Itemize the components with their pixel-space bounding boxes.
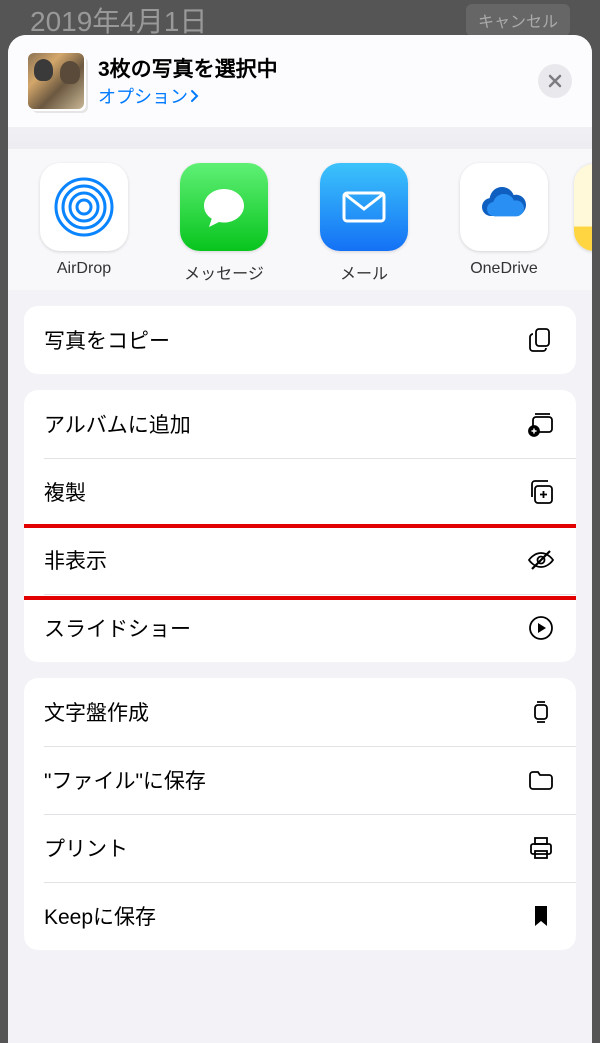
notes-icon [574,163,592,251]
app-mail[interactable]: メール [294,163,434,284]
onedrive-icon [460,163,548,251]
action-slideshow[interactable]: スライドショー [24,594,576,662]
options-link[interactable]: オプション [98,83,200,109]
app-row: AirDrop メッセージ メール OneDrive [8,149,592,290]
action-print[interactable]: プリント [24,814,576,882]
folder-icon [526,765,556,795]
action-label: プリント [44,833,128,863]
background-date: 2019年4月1日 [30,0,207,40]
action-label: 非表示 [44,545,107,575]
eye-slash-icon [526,545,556,575]
action-duplicate[interactable]: 複製 [24,458,576,526]
action-label: アルバムに追加 [44,409,191,439]
action-label: 写真をコピー [44,325,170,355]
print-icon [526,833,556,863]
app-label: OneDrive [470,260,538,278]
app-label: AirDrop [57,260,111,278]
action-keep[interactable]: Keepに保存 [24,882,576,950]
duplicate-icon [526,477,556,507]
copy-icon [526,325,556,355]
app-messages[interactable]: メッセージ [154,163,294,284]
album-add-icon [526,409,556,439]
bookmark-icon [526,901,556,931]
action-hide[interactable]: 非表示 [24,526,576,594]
action-save-to-files[interactable]: "ファイル"に保存 [24,746,576,814]
background-cancel: キャンセル [466,4,570,36]
app-label: メール [340,260,388,284]
list-group-3: 文字盤作成 "ファイル"に保存 プリント Keepに保存 [24,678,576,950]
list-group-2: アルバムに追加 複製 非表示 スライドショー [24,390,576,662]
action-label: Keepに保存 [44,901,156,931]
options-label: オプション [98,83,188,109]
action-copy[interactable]: 写真をコピー [24,306,576,374]
action-add-to-album[interactable]: アルバムに追加 [24,390,576,458]
background-header: 2019年4月1日 キャンセル [0,0,600,40]
action-label: 文字盤作成 [44,697,149,727]
sheet-header: 3枚の写真を選択中 オプション [8,35,592,127]
close-button[interactable] [538,64,572,98]
action-watch-face[interactable]: 文字盤作成 [24,678,576,746]
watch-icon [526,697,556,727]
mail-icon [320,163,408,251]
app-label: メッセージ [184,260,264,284]
messages-icon [180,163,268,251]
play-icon [526,613,556,643]
actions-list: 写真をコピー アルバムに追加 複製 非表示 [8,290,592,950]
close-icon [548,74,562,88]
action-label: "ファイル"に保存 [44,765,206,795]
action-label: 複製 [44,477,86,507]
chevron-right-icon [190,89,200,103]
app-airdrop[interactable]: AirDrop [14,163,154,284]
app-notes[interactable] [574,163,592,284]
list-group-1: 写真をコピー [24,306,576,374]
action-label: スライドショー [44,613,191,643]
app-onedrive[interactable]: OneDrive [434,163,574,284]
airdrop-icon [40,163,128,251]
share-sheet: 3枚の写真を選択中 オプション AirDrop メッセージ [8,35,592,1043]
selection-thumbnail [28,53,84,109]
sheet-title: 3枚の写真を選択中 [98,53,524,83]
